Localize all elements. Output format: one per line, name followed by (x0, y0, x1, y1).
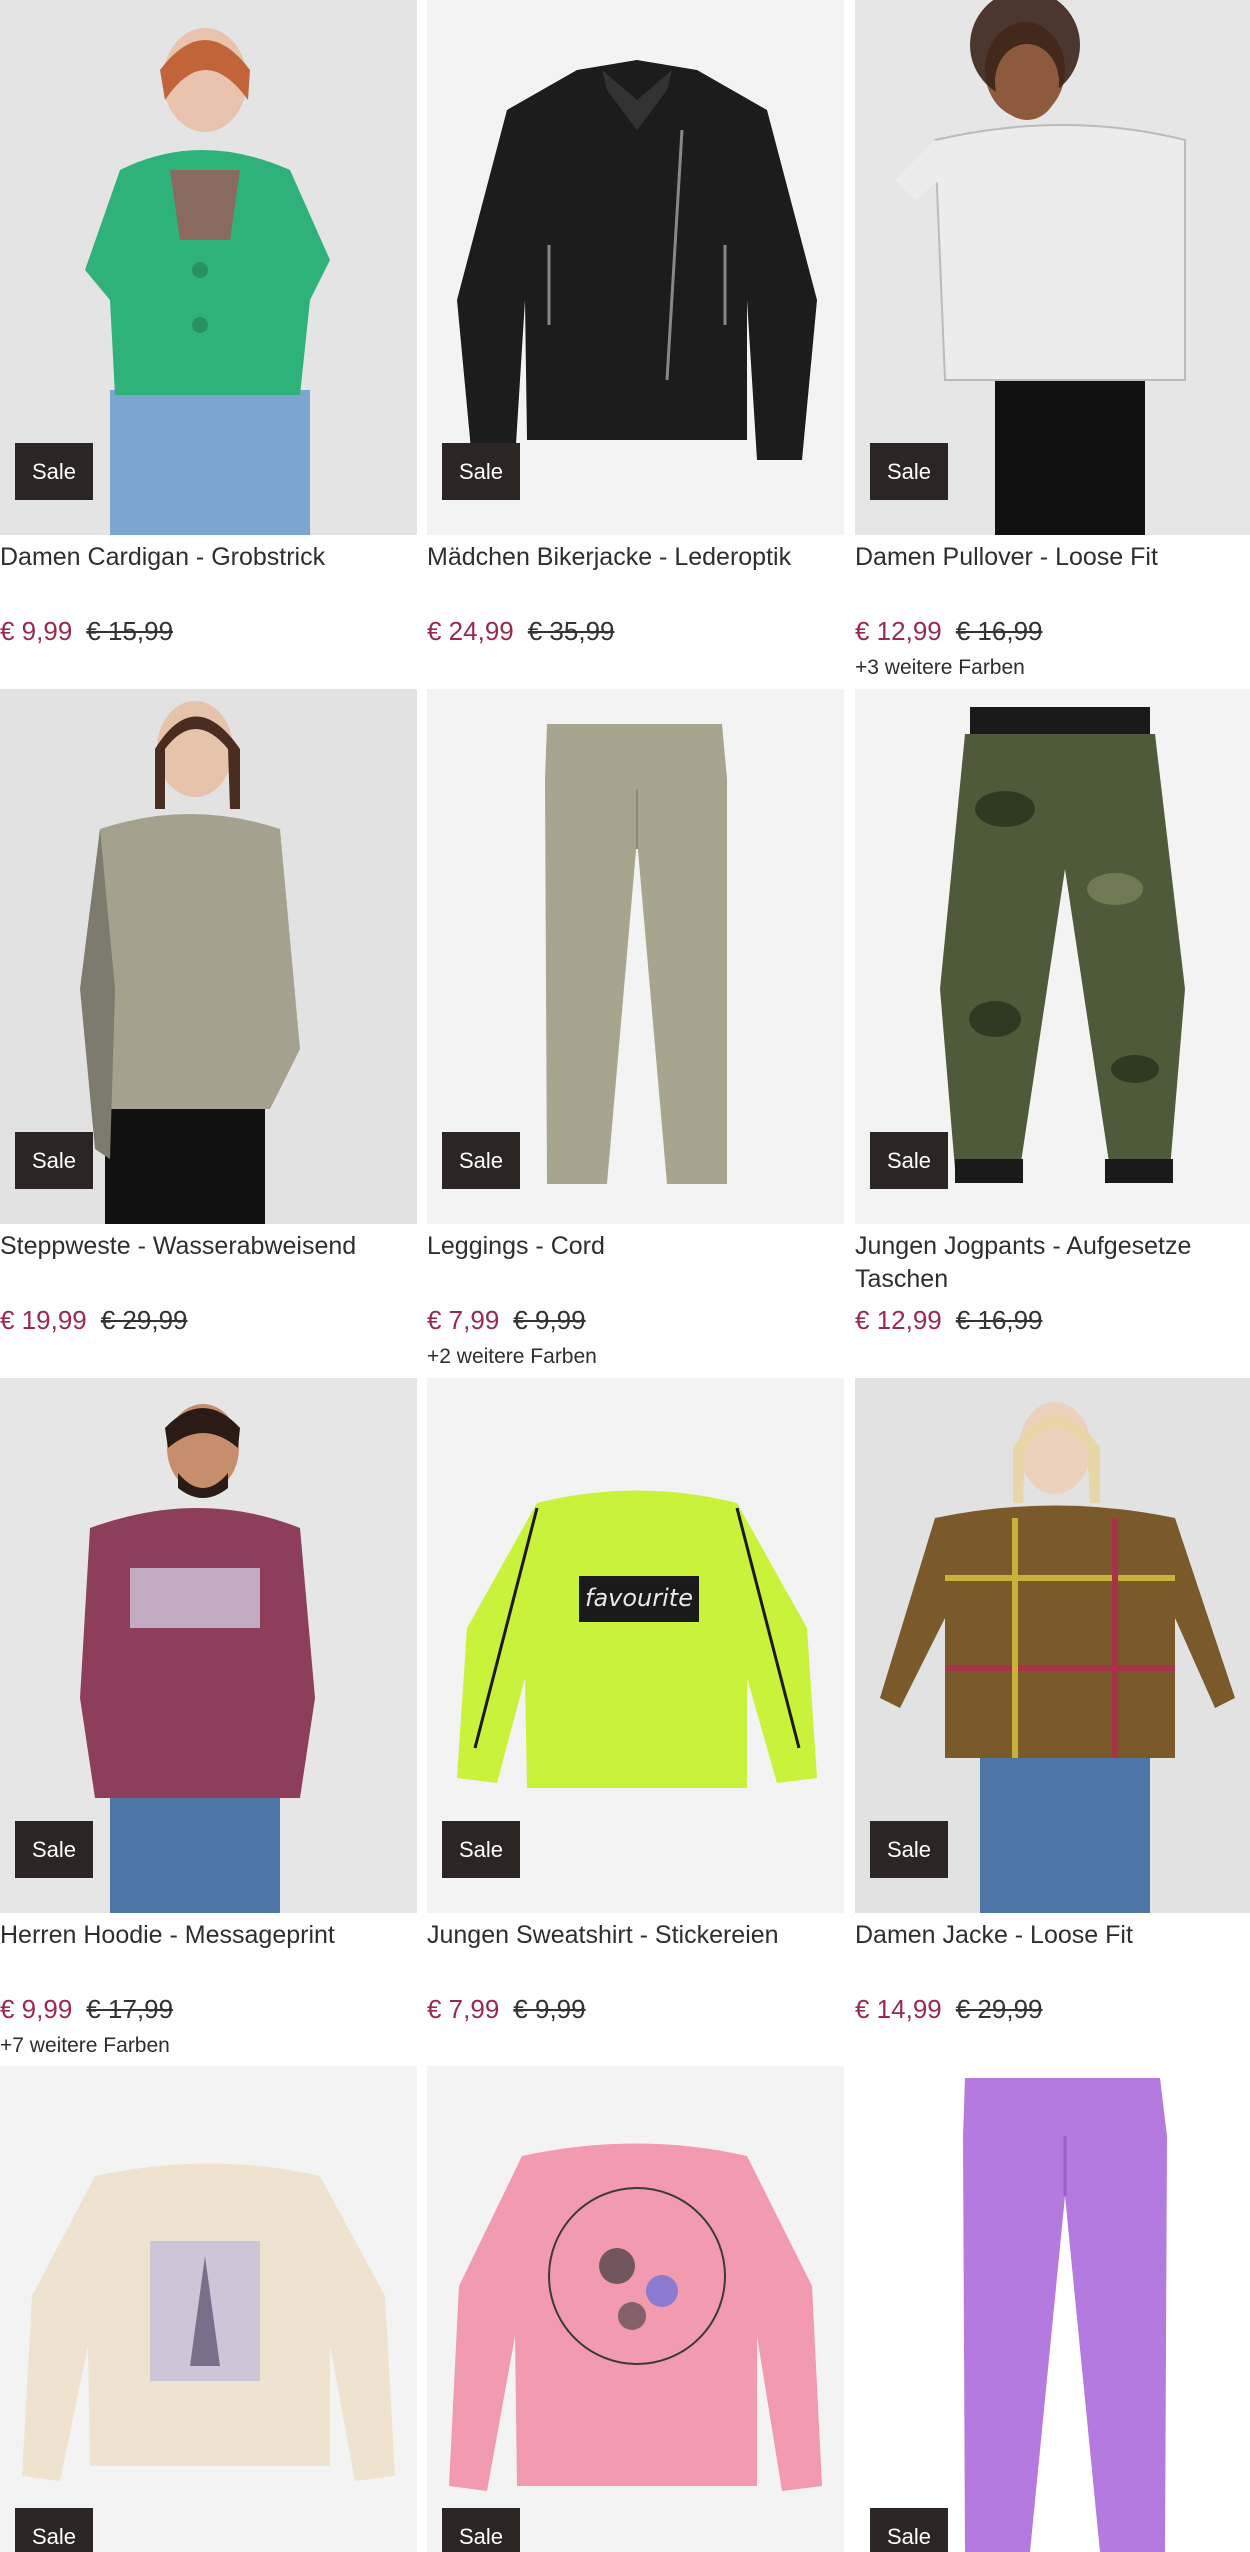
product-image[interactable]: favourite Sale (427, 1378, 844, 1913)
product-title[interactable]: Herren Hoodie - Messageprint (0, 1919, 415, 1952)
original-price: € 17,99 (86, 1994, 174, 2024)
original-price: € 29,99 (955, 1994, 1043, 2024)
sale-price: € 12,99 (855, 616, 942, 646)
sale-badge: Sale (15, 2508, 93, 2552)
product-image[interactable]: Sale (427, 2066, 844, 2552)
product-title[interactable]: Damen Jacke - Loose Fit (855, 1919, 1250, 1952)
product-image[interactable]: Sale (427, 0, 844, 535)
sale-price: € 14,99 (855, 1994, 942, 2024)
price-row: € 9,99 € 17,99 (0, 1992, 173, 2026)
price-row: € 12,99 € 16,99 (855, 1303, 1043, 1337)
sale-badge: Sale (442, 1821, 520, 1878)
more-colors-link[interactable]: +3 weitere Farben (855, 654, 1025, 682)
product-image[interactable]: Sale (855, 689, 1250, 1224)
original-price: € 29,99 (100, 1305, 188, 1335)
sale-price: € 9,99 (0, 616, 73, 646)
product-image[interactable]: Sale (0, 0, 417, 535)
product-title[interactable]: Steppweste - Wasserabweisend (0, 1230, 415, 1263)
price-row: € 12,99 € 16,99 (855, 614, 1043, 648)
sale-price: € 24,99 (427, 616, 514, 646)
product-title[interactable]: Jungen Sweatshirt - Stickereien (427, 1919, 842, 1952)
more-colors-link[interactable]: +7 weitere Farben (0, 2032, 170, 2060)
more-colors-link[interactable]: +2 weitere Farben (427, 1343, 597, 1371)
product-title[interactable]: Mädchen Bikerjacke - Lederoptik (427, 541, 842, 574)
original-price: € 15,99 (86, 616, 174, 646)
sale-badge: Sale (870, 1132, 948, 1189)
product-image[interactable]: Sale (855, 0, 1250, 535)
svg-text:favourite: favourite (585, 1584, 693, 1612)
product-title[interactable]: Damen Pullover - Loose Fit (855, 541, 1250, 574)
sale-price: € 19,99 (0, 1305, 87, 1335)
price-row: € 7,99 € 9,99 (427, 1303, 586, 1337)
sale-badge: Sale (442, 1132, 520, 1189)
product-title[interactable]: Jungen Jogpants - Aufgesetze Taschen (855, 1230, 1250, 1296)
original-price: € 16,99 (955, 1305, 1043, 1335)
product-title[interactable]: Leggings - Cord (427, 1230, 842, 1263)
product-image[interactable]: Sale (0, 689, 417, 1224)
original-price: € 9,99 (513, 1305, 586, 1335)
product-image[interactable]: Sale (0, 2066, 417, 2552)
product-title[interactable]: Damen Cardigan - Grobstrick (0, 541, 415, 574)
sale-badge: Sale (442, 2508, 520, 2552)
sale-badge: Sale (15, 1821, 93, 1878)
sale-badge: Sale (15, 443, 93, 500)
sale-price: € 9,99 (0, 1994, 73, 2024)
sale-badge: Sale (870, 443, 948, 500)
sale-badge: Sale (442, 443, 520, 500)
original-price: € 9,99 (513, 1994, 586, 2024)
original-price: € 35,99 (527, 616, 615, 646)
sale-badge: Sale (870, 1821, 948, 1878)
price-row: € 14,99 € 29,99 (855, 1992, 1043, 2026)
price-row: € 9,99 € 15,99 (0, 614, 173, 648)
original-price: € 16,99 (955, 616, 1043, 646)
sale-badge: Sale (15, 1132, 93, 1189)
sale-price: € 7,99 (427, 1994, 500, 2024)
sale-badge: Sale (870, 2508, 948, 2552)
sale-price: € 7,99 (427, 1305, 500, 1335)
sale-price: € 12,99 (855, 1305, 942, 1335)
product-image[interactable]: Sale (855, 1378, 1250, 1913)
product-image[interactable]: Sale (427, 689, 844, 1224)
price-row: € 19,99 € 29,99 (0, 1303, 188, 1337)
product-image[interactable]: Sale (0, 1378, 417, 1913)
price-row: € 7,99 € 9,99 (427, 1992, 586, 2026)
product-image[interactable]: Sale (855, 2066, 1250, 2552)
price-row: € 24,99 € 35,99 (427, 614, 615, 648)
